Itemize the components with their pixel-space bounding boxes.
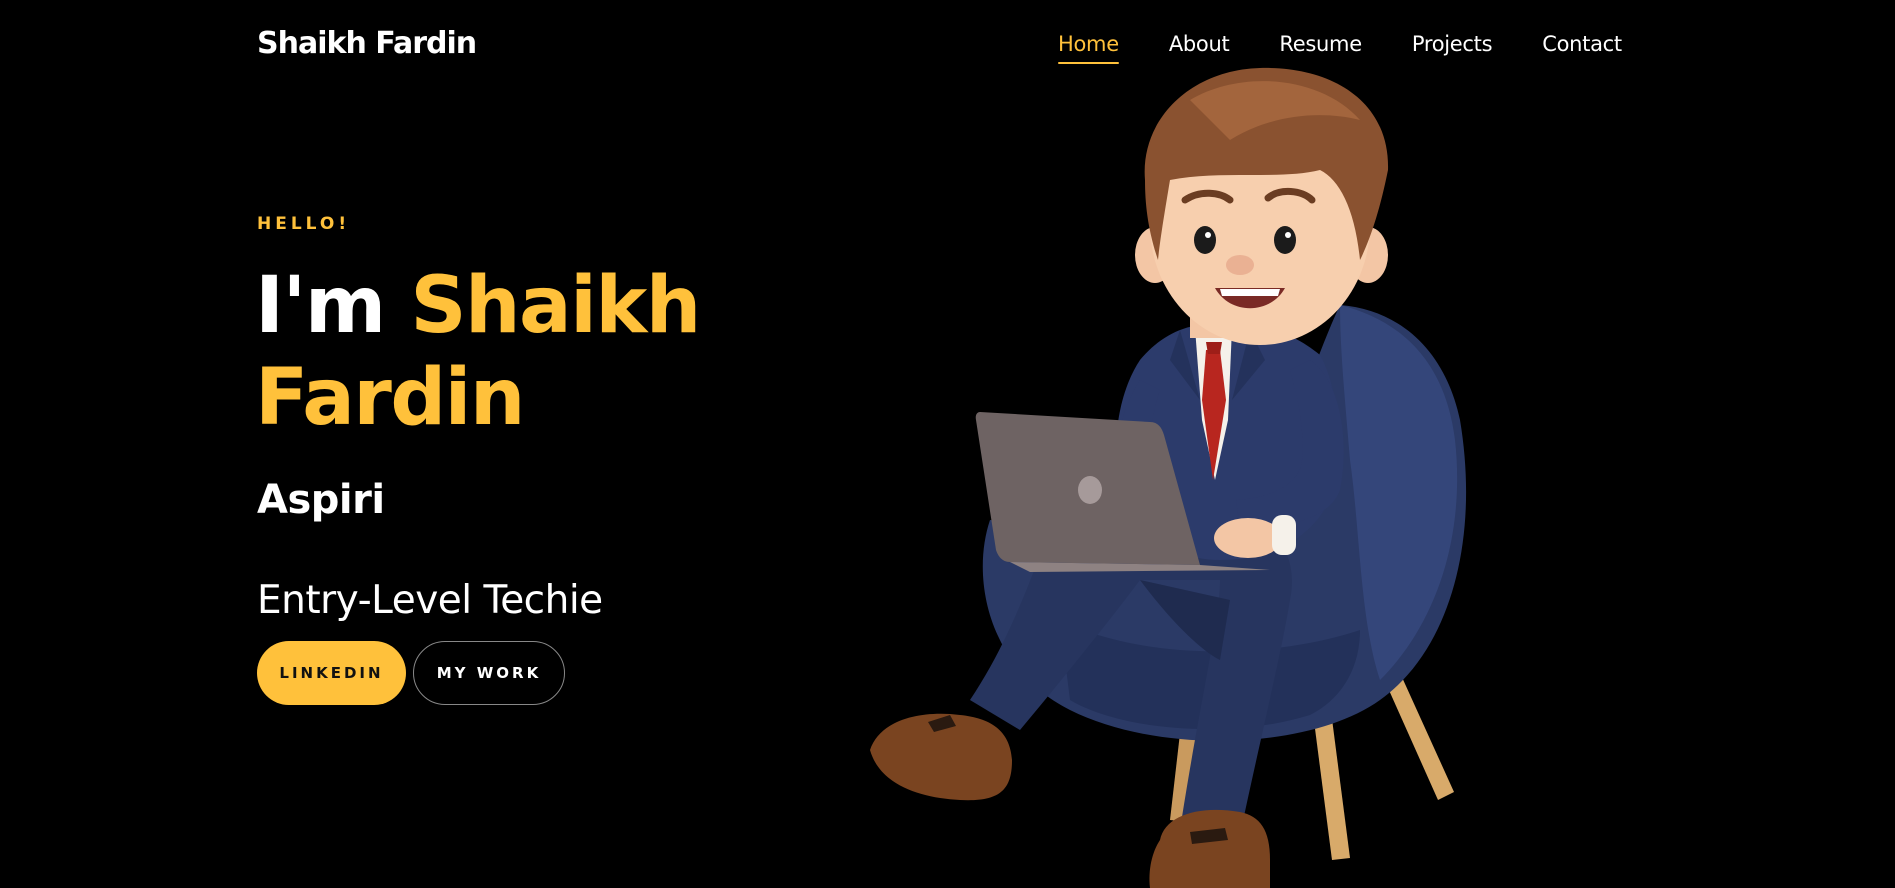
typed-role-text: Aspiri (257, 477, 385, 523)
page: Shaikh Fardin Home About Resume Projects… (0, 0, 1895, 888)
head (1135, 67, 1389, 345)
brand-logo[interactable]: Shaikh Fardin (257, 26, 477, 61)
linkedin-button[interactable]: LINKEDIN (257, 641, 406, 705)
headline-name-first: Shaikh (410, 261, 701, 351)
nav-item-contact[interactable]: Contact (1542, 32, 1622, 62)
headline-prefix: I'm (255, 261, 386, 351)
nav-item-projects[interactable]: Projects (1412, 32, 1493, 62)
headline-name-last: Fardin (255, 353, 525, 443)
hero-illustration (870, 67, 1467, 888)
my-work-button[interactable]: MY WORK (413, 641, 565, 705)
nav-item-resume[interactable]: Resume (1279, 32, 1362, 62)
hero-buttons: LINKEDIN MY WORK (257, 641, 565, 705)
nav-item-home[interactable]: Home (1058, 32, 1119, 64)
hero-greeting: HELLO! (257, 214, 351, 234)
nav-item-about[interactable]: About (1169, 32, 1230, 62)
main-nav: Home About Resume Projects Contact (1058, 32, 1622, 64)
hero-subtitle: Entry-Level Techie (257, 578, 603, 623)
hero-headline: I'm Shaikh Fardin (255, 260, 775, 444)
